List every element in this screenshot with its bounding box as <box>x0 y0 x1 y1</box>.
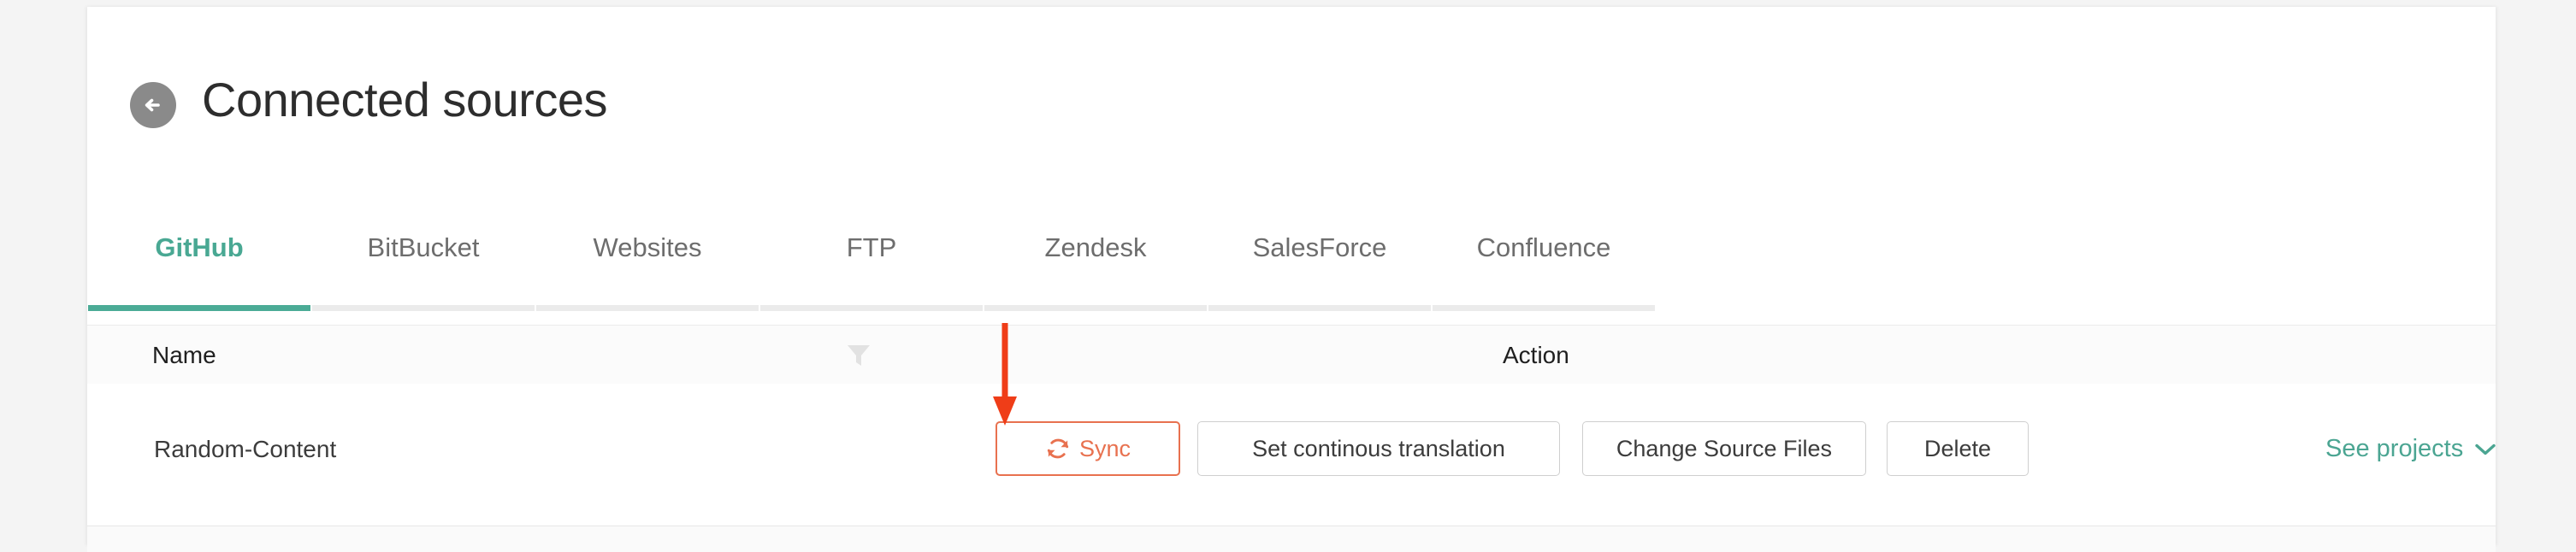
page-header: Connected sources <box>87 7 2496 205</box>
change-source-files-label: Change Source Files <box>1616 435 1833 461</box>
chevron-down-icon <box>2475 443 2496 455</box>
set-continuous-translation-button[interactable]: Set continous translation <box>1197 421 1560 476</box>
see-projects-label: See projects <box>2325 435 2464 462</box>
tab-underline <box>1208 305 1431 311</box>
table-header-row: Name Action <box>87 325 2496 385</box>
arrow-left-icon <box>145 98 160 112</box>
tab-label: FTP <box>846 232 897 262</box>
tab-zendesk[interactable]: Zendesk <box>984 217 1208 321</box>
tab-label: BitBucket <box>367 232 480 262</box>
tab-salesforce[interactable]: SalesForce <box>1208 217 1432 321</box>
tab-websites[interactable]: Websites <box>535 217 759 321</box>
source-name: Random-Content <box>154 436 337 462</box>
source-type-tabs: GitHub BitBucket Websites FTP Zendesk Sa <box>87 217 2496 321</box>
page-title: Connected sources <box>202 73 608 126</box>
table-row-next-partial <box>87 526 2496 552</box>
page-background: Connected sources GitHub BitBucket Websi… <box>0 0 2576 552</box>
filter-funnel-icon[interactable] <box>847 343 871 373</box>
see-projects-link[interactable]: See projects <box>2325 435 2496 463</box>
table-row: Random-Content Sync Set continous transl… <box>87 384 2496 526</box>
tab-label: GitHub <box>155 232 244 262</box>
change-source-files-button[interactable]: Change Source Files <box>1582 421 1866 476</box>
column-header-action: Action <box>1503 342 1569 368</box>
tab-underline <box>88 305 310 311</box>
tab-bitbucket[interactable]: BitBucket <box>311 217 535 321</box>
tab-label: Websites <box>593 232 702 262</box>
delete-label: Delete <box>1923 435 1992 461</box>
tab-underline <box>984 305 1207 311</box>
tab-label: SalesForce <box>1252 232 1387 262</box>
sync-button-label: Sync <box>1078 435 1131 461</box>
filter-funnel-icon-glyph <box>848 345 870 366</box>
tab-ftp[interactable]: FTP <box>759 217 984 321</box>
tab-underline <box>312 305 535 311</box>
set-continuous-translation-label: Set continous translation <box>1252 435 1505 461</box>
back-button[interactable] <box>130 82 176 128</box>
sync-button[interactable]: Sync <box>996 421 1180 476</box>
column-header-name: Name <box>152 342 216 368</box>
sync-refresh-icon <box>1045 436 1071 461</box>
tab-confluence[interactable]: Confluence <box>1432 217 1656 321</box>
connected-sources-card: Connected sources GitHub BitBucket Websi… <box>87 7 2496 552</box>
sync-refresh-icon-glyph <box>1047 438 1069 459</box>
tab-label: Zendesk <box>1044 232 1147 262</box>
delete-button[interactable]: Delete <box>1887 421 2029 476</box>
tab-github[interactable]: GitHub <box>87 217 311 321</box>
top-strip <box>0 0 2576 7</box>
tab-underline <box>536 305 759 311</box>
tab-label: Confluence <box>1476 232 1611 262</box>
tab-underline <box>760 305 983 311</box>
tab-underline <box>1433 305 1655 311</box>
